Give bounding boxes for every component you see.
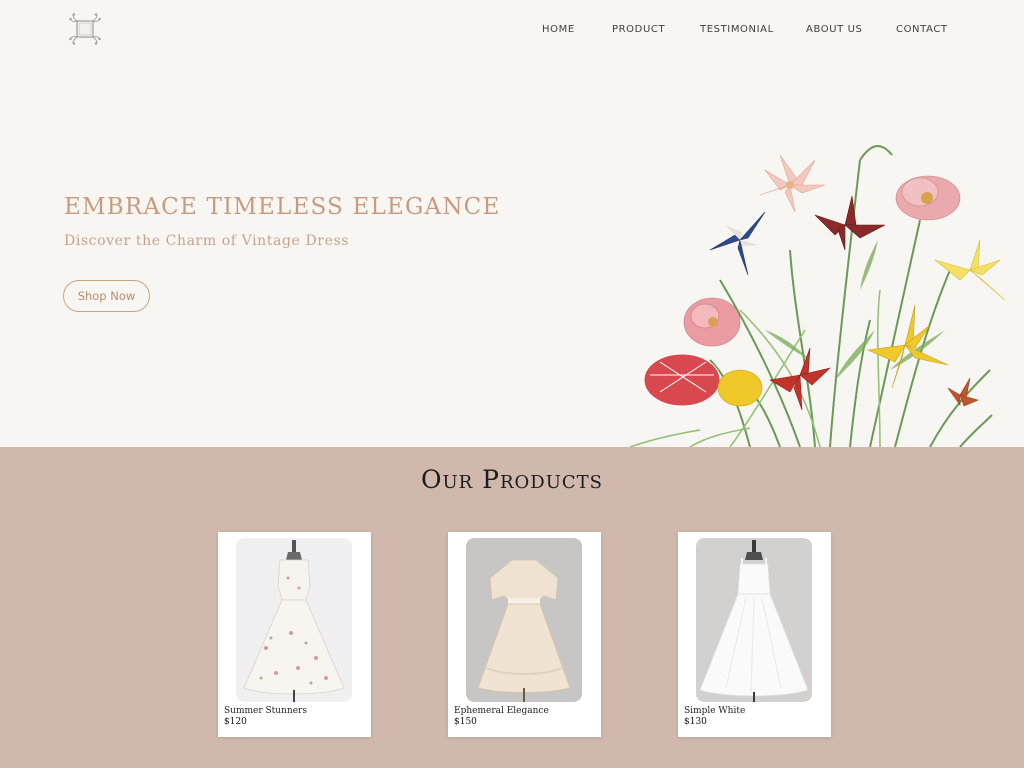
product-price: $150 bbox=[454, 717, 477, 727]
product-name: Ephemeral Elegance bbox=[454, 706, 549, 716]
main-nav: HOME PRODUCT TESTIMONIAL ABOUT US CONTAC… bbox=[0, 24, 1024, 38]
white-tulle-dress-image bbox=[696, 538, 812, 702]
product-name: Simple White bbox=[684, 706, 746, 716]
nav-testimonial-link[interactable]: TESTIMONIAL bbox=[700, 24, 774, 35]
product-card-summer-stunners[interactable]: Summer Stunners $120 bbox=[218, 532, 371, 737]
hero-title: EMBRACE TIMELESS ELEGANCE bbox=[64, 194, 501, 220]
hero-subtitle: Discover the Charm of Vintage Dress bbox=[64, 233, 350, 249]
nav-about-link[interactable]: ABOUT US bbox=[806, 24, 862, 35]
product-price: $130 bbox=[684, 717, 707, 727]
nav-contact-link[interactable]: CONTACT bbox=[896, 24, 948, 35]
product-name: Summer Stunners bbox=[224, 706, 307, 716]
wildflower-bouquet-illustration bbox=[630, 145, 1006, 447]
hero-section: HOME PRODUCT TESTIMONIAL ABOUT US CONTAC… bbox=[0, 0, 1024, 447]
lace-blouse-dress-image bbox=[466, 538, 582, 702]
products-heading: Our Products bbox=[420, 465, 603, 494]
product-card-ephemeral-elegance[interactable]: Ephemeral Elegance $150 bbox=[448, 532, 601, 737]
products-section: Our Products Summer Stunners $120 Epheme… bbox=[0, 447, 1024, 768]
product-price: $120 bbox=[224, 717, 247, 727]
nav-home-link[interactable]: HOME bbox=[542, 24, 575, 35]
nav-product-link[interactable]: PRODUCT bbox=[612, 24, 665, 35]
product-card-simple-white[interactable]: Simple White $130 bbox=[678, 532, 831, 737]
floral-print-dress-image bbox=[236, 538, 352, 702]
shop-now-button[interactable]: Shop Now bbox=[63, 280, 150, 312]
